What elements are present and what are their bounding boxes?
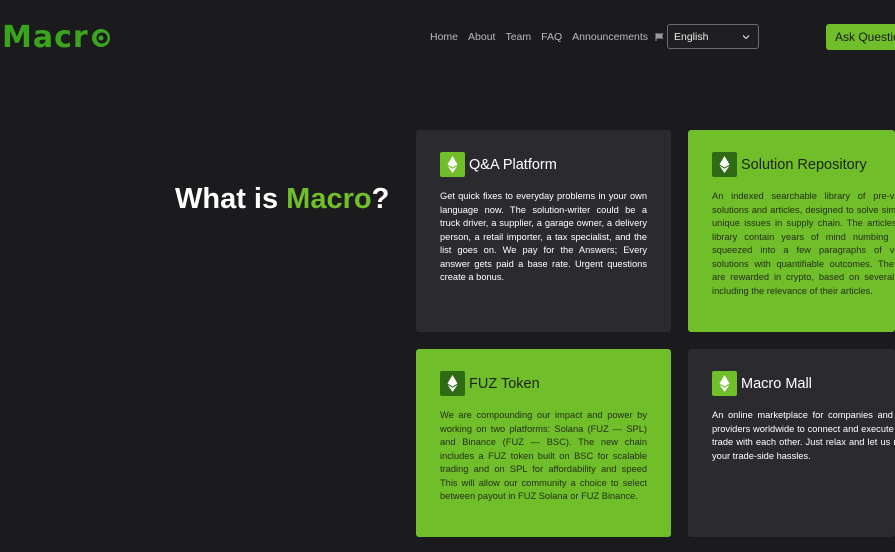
ethereum-diamond-icon <box>712 152 737 177</box>
card-header: Solution Repository <box>712 152 871 177</box>
ethereum-diamond-icon <box>440 152 465 177</box>
hero-suffix: ? <box>371 183 390 215</box>
card-solution-repository[interactable]: Solution Repository An indexed searchabl… <box>688 130 895 332</box>
card-description: Get quick fixes to everyday problems in … <box>440 191 647 282</box>
language-select[interactable]: English <box>667 24 759 49</box>
main-nav: Home About Team FAQ Announcements <box>430 31 658 43</box>
card-title: FUZ Token <box>469 375 540 392</box>
card-header: FUZ Token <box>440 371 647 396</box>
language-selected: English <box>674 30 709 43</box>
ask-questions-button[interactable]: Ask Questions <box>826 24 895 50</box>
card-title: Macro Mall <box>741 375 812 392</box>
card-macro-mall[interactable]: Macro Mall An online marketplace for com… <box>688 349 895 537</box>
language-flag-icon <box>655 33 664 41</box>
hero-headline: What is Macro? <box>175 183 389 216</box>
brand-logo[interactable]: Macr <box>2 20 111 55</box>
card-title: Solution Repository <box>741 156 867 173</box>
card-qa-platform[interactable]: Q&A Platform Get quick fixes to everyday… <box>416 130 671 332</box>
nav-home[interactable]: Home <box>430 31 458 43</box>
hero-prefix: What is <box>175 183 287 215</box>
ethereum-diamond-icon <box>712 371 737 396</box>
hero-accent: Macro <box>286 183 372 215</box>
card-fuz-token[interactable]: FUZ Token We are compounding our impact … <box>416 349 671 537</box>
card-header: Q&A Platform <box>440 152 647 177</box>
brand-name: Macr <box>2 20 89 55</box>
logo-swirl-icon <box>91 28 110 47</box>
nav-about[interactable]: About <box>468 31 495 43</box>
card-title: Q&A Platform <box>469 156 557 173</box>
nav-faq[interactable]: FAQ <box>541 31 562 43</box>
nav-team[interactable]: Team <box>505 31 531 43</box>
ethereum-diamond-icon <box>440 371 465 396</box>
chevron-down-icon <box>742 34 750 39</box>
card-description: An indexed searchable library of pre-val… <box>712 191 895 296</box>
card-description: An online marketplace for companies and … <box>712 410 895 461</box>
card-header: Macro Mall <box>712 371 871 396</box>
nav-announcements[interactable]: Announcements <box>572 31 648 43</box>
card-description: We are compounding our impact and power … <box>440 410 647 501</box>
